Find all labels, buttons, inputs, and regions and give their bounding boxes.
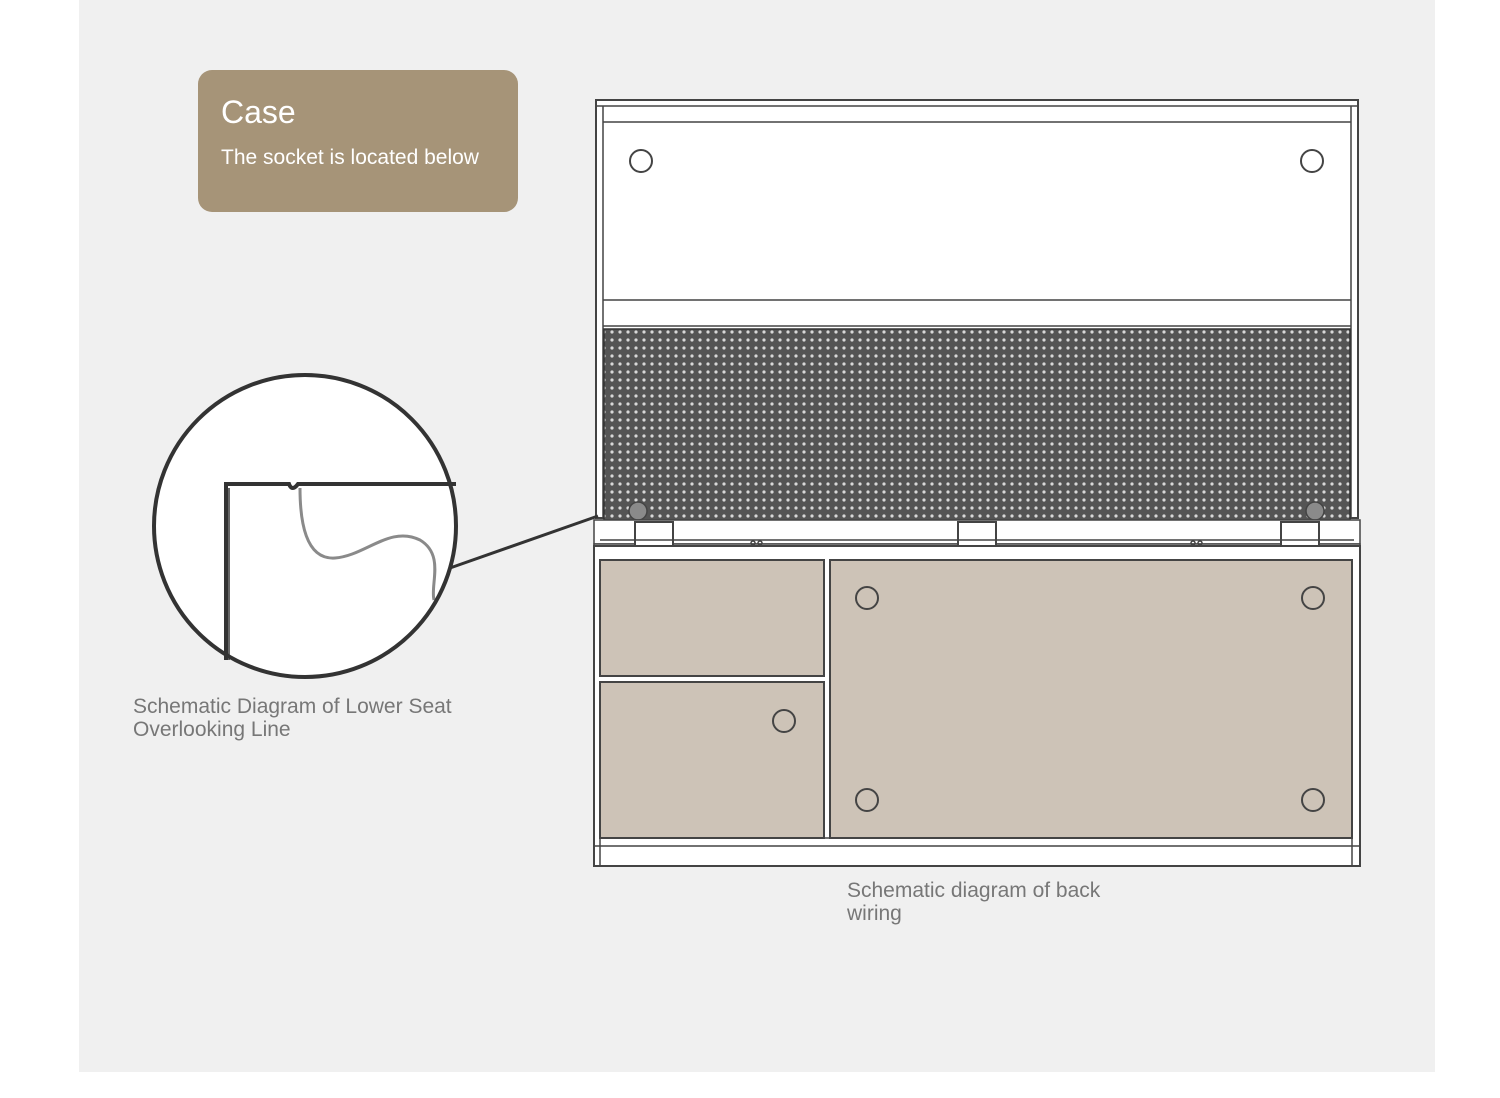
back-wiring-diagram — [152, 99, 1361, 867]
back-view-caption: Schematic diagram of back wiring — [847, 879, 1101, 925]
zoom-detail — [152, 373, 458, 679]
pegboard-panel — [603, 328, 1351, 522]
mount-hole — [628, 501, 648, 521]
mount-hole — [1305, 501, 1325, 521]
leader-line — [449, 514, 599, 570]
lower-cabinet — [593, 545, 1361, 867]
zoom-detail-caption: Schematic Diagram of Lower Seat Overlook… — [133, 695, 452, 741]
